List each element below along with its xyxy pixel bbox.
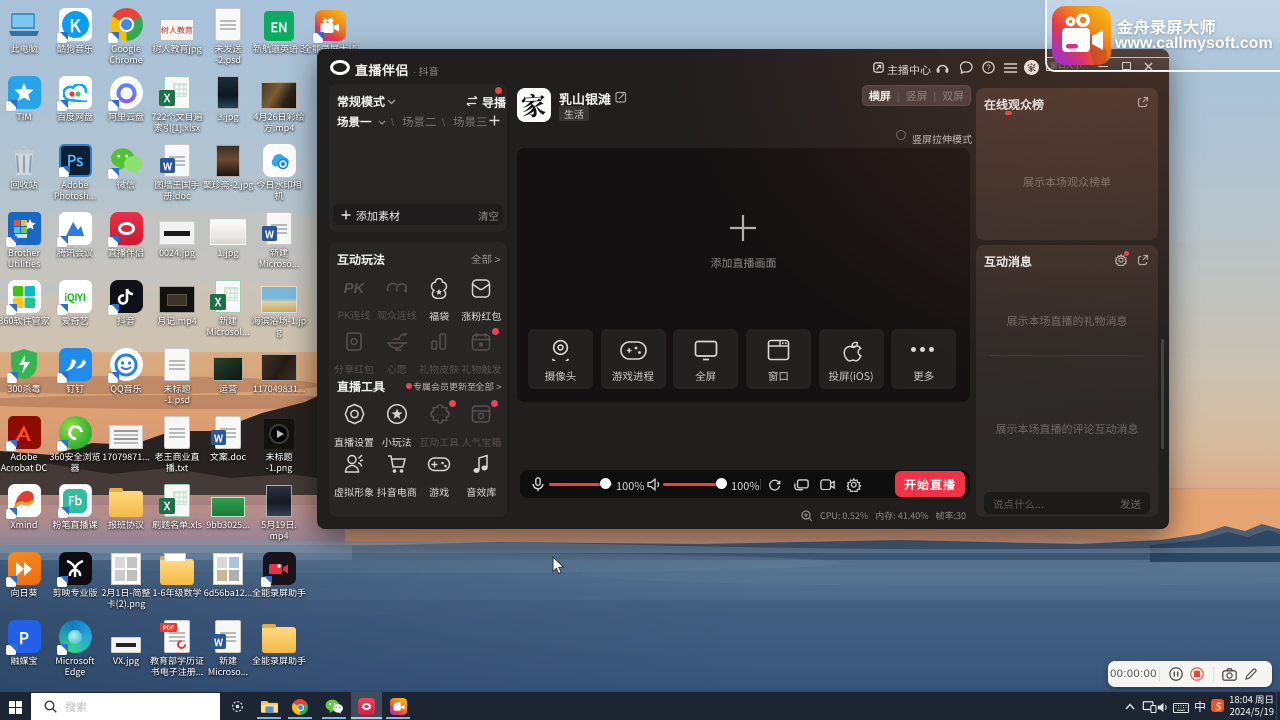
svg-text:?: ? [986, 63, 991, 72]
svg-text:PK: PK [344, 280, 365, 297]
